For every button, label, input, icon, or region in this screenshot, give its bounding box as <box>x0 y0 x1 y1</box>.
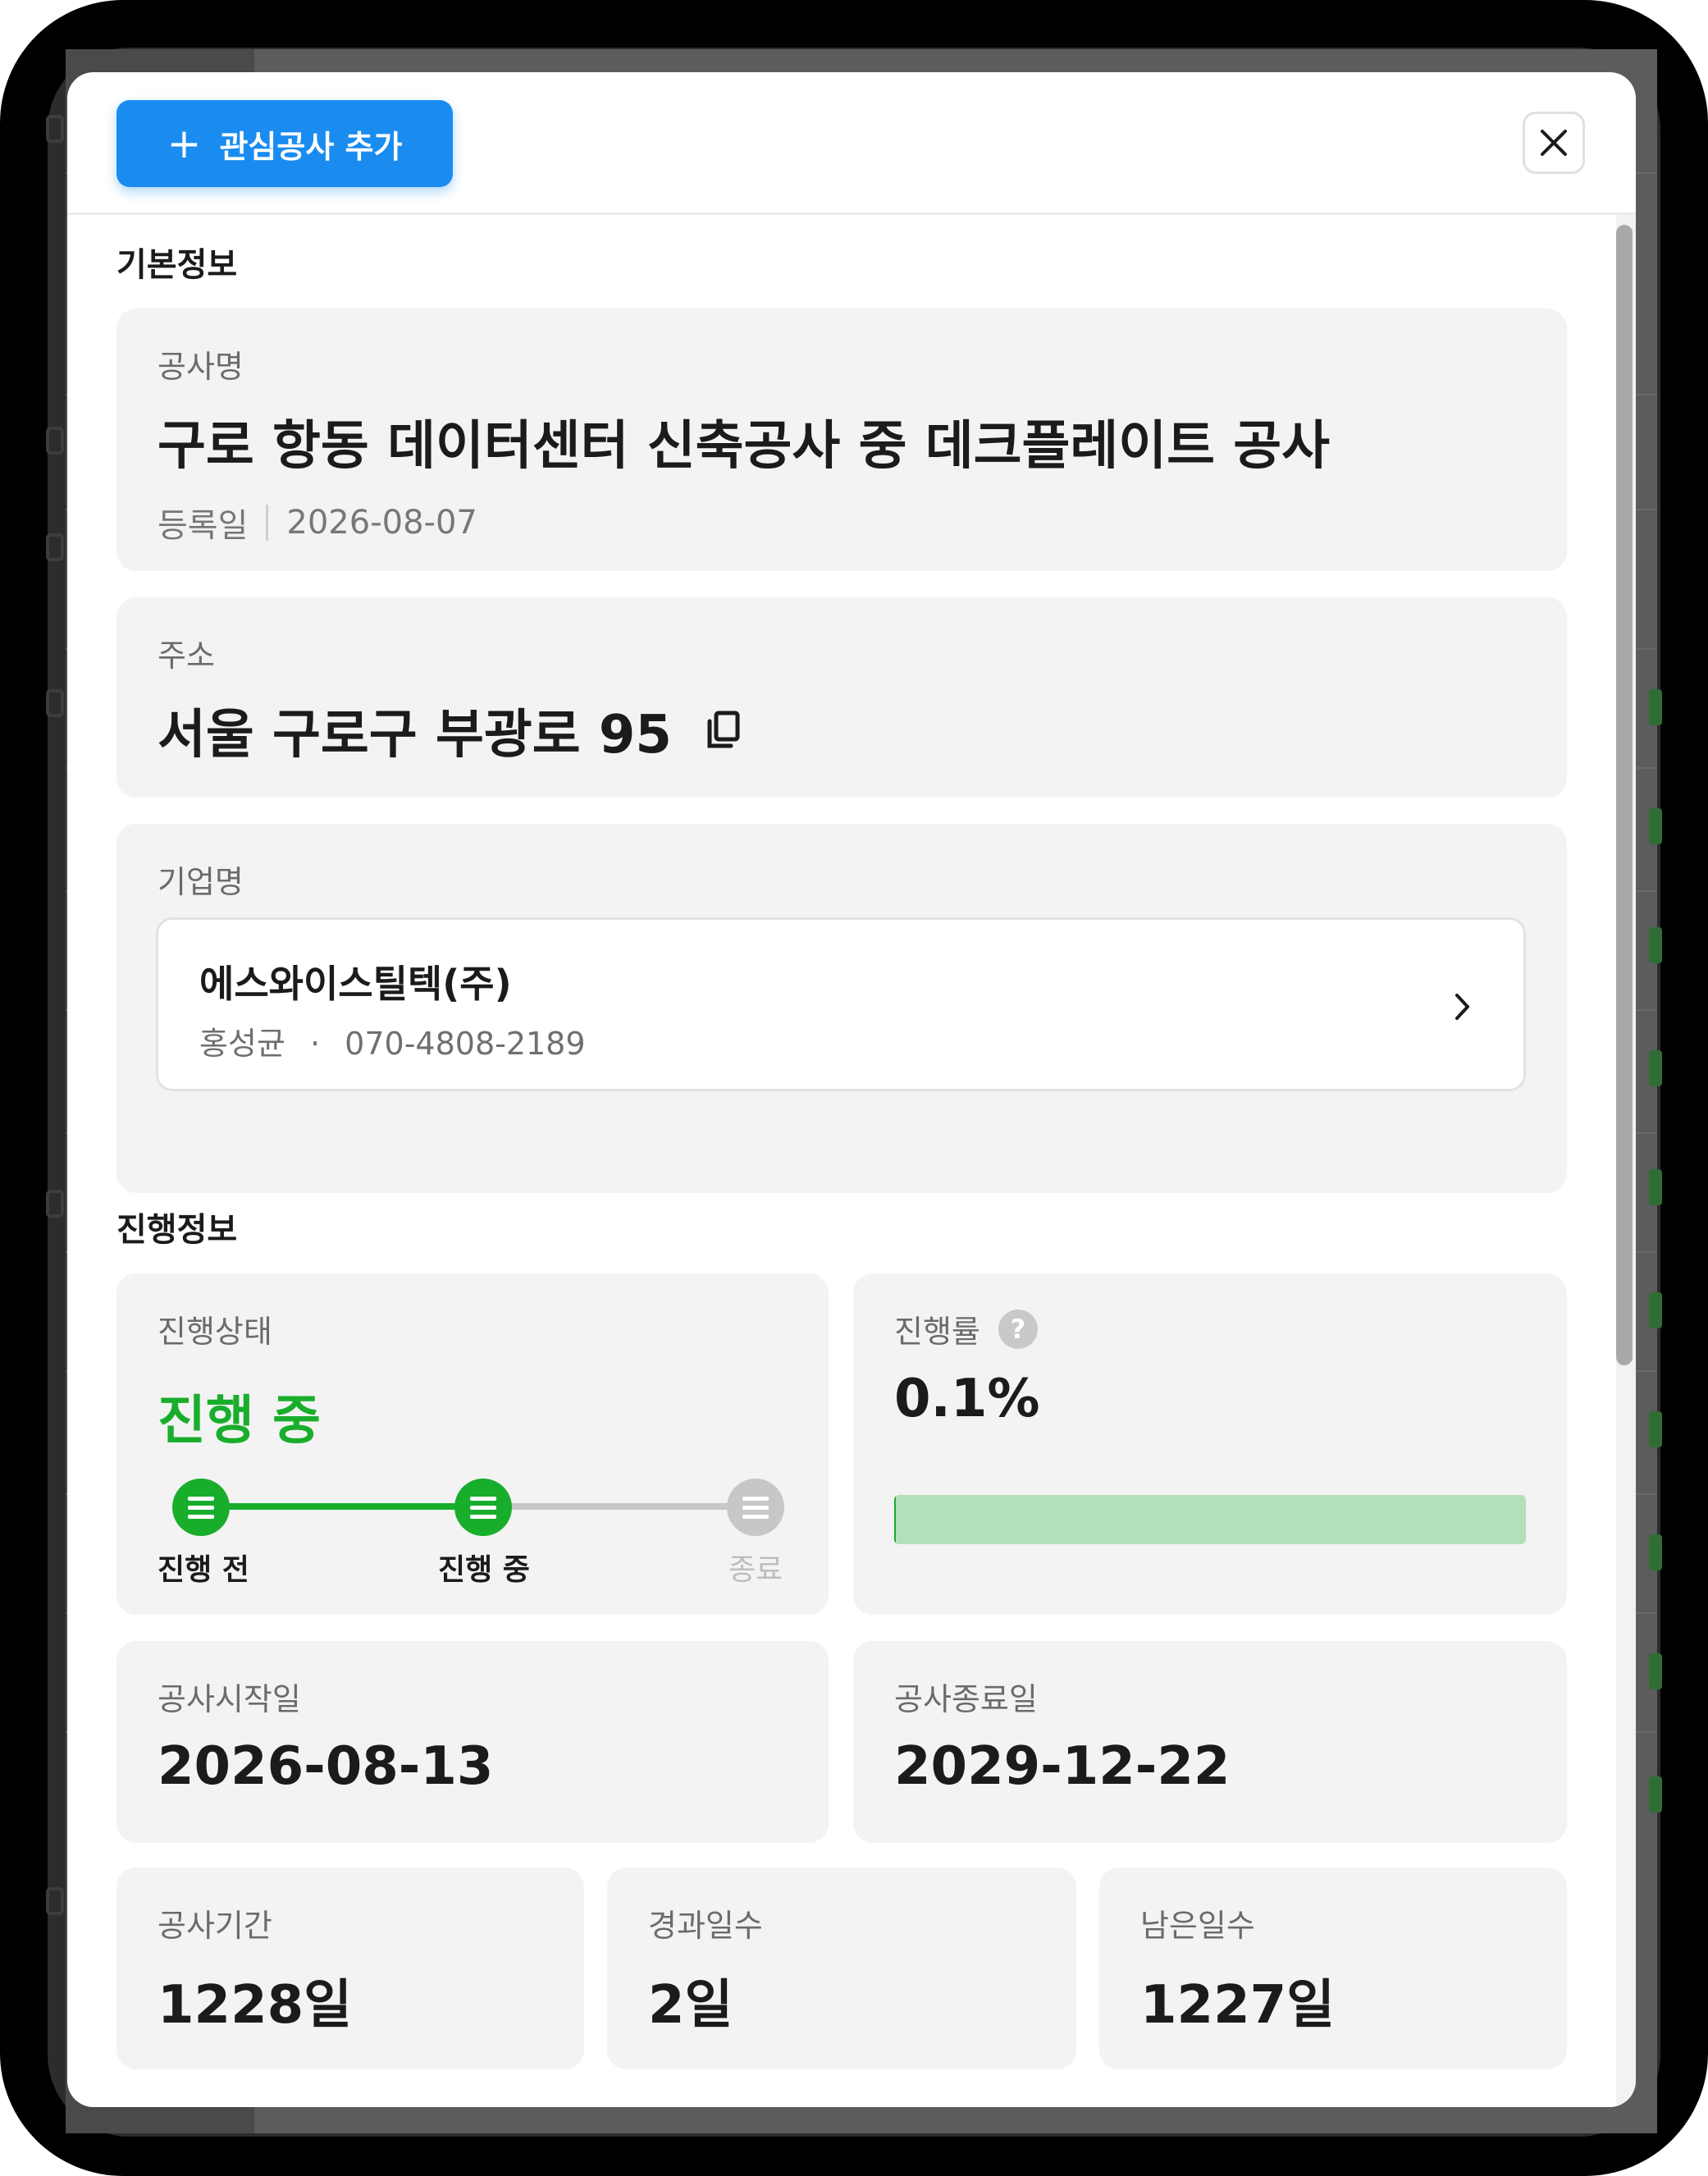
help-icon[interactable]: ? <box>998 1309 1038 1349</box>
status-step-end-icon <box>727 1479 784 1536</box>
project-name: 구로 항동 데이터센터 신축공사 중 데크플레이트 공사 <box>158 416 1331 477</box>
copy-address-button[interactable] <box>705 710 742 751</box>
background-status-mark <box>1649 1411 1662 1447</box>
remaining-days-label: 남은일수 <box>1140 1908 1255 1944</box>
status-step-line-pending <box>484 1503 755 1510</box>
project-name-label: 공사명 <box>158 349 244 385</box>
start-date-card: 공사시작일 2026-08-13 <box>116 1641 829 1843</box>
end-date-value: 2029-12-22 <box>894 1736 1231 1797</box>
background-text-fragment <box>46 427 64 455</box>
scrollbar-thumb[interactable] <box>1616 225 1633 1365</box>
add-favorite-project-button[interactable]: + 관심공사 추가 <box>116 100 453 187</box>
background-status-mark <box>1649 1653 1662 1689</box>
background-status-mark <box>1649 808 1662 844</box>
background-status-mark <box>1649 689 1662 725</box>
registered-date: 2026-08-07 <box>286 504 477 542</box>
background-status-mark <box>1649 927 1662 963</box>
elapsed-days-label: 경과일수 <box>648 1908 763 1944</box>
registered-date-row: 등록일 2026-08-07 <box>158 499 477 546</box>
project-name-card: 공사명 구로 항동 데이터센터 신축공사 중 데크플레이트 공사 등록일 202… <box>116 309 1567 571</box>
background-text-fragment <box>46 1190 64 1218</box>
status-value: 진행 중 <box>158 1391 321 1451</box>
background-status-mark <box>1649 1776 1662 1813</box>
contact-phone: 070-4808-2189 <box>345 1026 586 1062</box>
duration-label: 공사기간 <box>158 1908 272 1944</box>
background-status-mark <box>1649 1534 1662 1570</box>
company-name: 에스와이스틸텍(주) <box>199 962 512 1006</box>
background-status-mark <box>1649 1169 1662 1205</box>
address-value: 서울 구로구 부광로 95 <box>158 705 672 766</box>
modal-header: + 관심공사 추가 <box>67 72 1636 215</box>
start-date-label: 공사시작일 <box>158 1681 301 1717</box>
company-card: 기업명 에스와이스틸텍(주) 홍성균 · 070-4808-2189 <box>116 824 1567 1193</box>
status-step-end-label: 종료 <box>728 1553 783 1587</box>
background-text-fragment <box>46 1887 64 1915</box>
contact-separator: · <box>309 1026 321 1062</box>
address-row: 서울 구로구 부광로 95 <box>158 693 742 768</box>
status-step-before-label: 진행 전 <box>158 1553 249 1587</box>
elapsed-days-card: 경과일수 2일 <box>607 1867 1076 2069</box>
end-date-card: 공사종료일 2029-12-22 <box>853 1641 1567 1843</box>
background-status-mark <box>1649 1292 1662 1328</box>
background-status-mark <box>1649 1050 1662 1086</box>
basic-info-title: 기본정보 <box>116 246 238 284</box>
background-text-fragment <box>46 533 64 561</box>
close-icon <box>1541 130 1567 156</box>
status-card: 진행상태 진행 중 진행 전 진행 중 종료 <box>116 1273 829 1615</box>
contact-name: 홍성균 <box>199 1026 285 1062</box>
status-step-line-done <box>202 1503 484 1510</box>
duration-card: 공사기간 1228일 <box>116 1867 584 2069</box>
status-step-before-icon <box>172 1479 230 1536</box>
copy-icon <box>707 711 740 748</box>
company-link[interactable]: 에스와이스틸텍(주) 홍성균 · 070-4808-2189 <box>156 917 1526 1091</box>
company-label: 기업명 <box>158 864 244 900</box>
progress-rate-label-row: 진행률 ? <box>894 1306 1038 1351</box>
meta-separator <box>266 505 269 541</box>
status-label: 진행상태 <box>158 1314 272 1350</box>
add-favorite-project-label: 관심공사 추가 <box>219 128 403 165</box>
status-step-current-label: 진행 중 <box>438 1553 530 1587</box>
progress-info-title: 진행정보 <box>116 1211 238 1249</box>
background-text-fragment <box>46 115 64 143</box>
elapsed-days-value: 2일 <box>648 1975 733 2036</box>
progress-bar <box>894 1495 1526 1544</box>
progress-rate-card: 진행률 ? 0.1% <box>853 1273 1567 1615</box>
start-date-value: 2026-08-13 <box>158 1736 494 1797</box>
status-step-current-icon <box>454 1479 512 1536</box>
address-label: 주소 <box>158 638 215 674</box>
company-contact: 홍성균 · 070-4808-2189 <box>199 1018 586 1063</box>
duration-value: 1228일 <box>158 1975 353 2036</box>
registered-date-label: 등록일 <box>158 507 249 545</box>
close-button[interactable] <box>1523 112 1585 174</box>
progress-rate-label: 진행률 <box>894 1314 980 1350</box>
project-detail-modal: + 관심공사 추가 기본정보 공사명 구로 항동 데이터센터 신축공사 중 데크… <box>67 72 1636 2107</box>
progress-rate-value: 0.1% <box>894 1369 1040 1429</box>
remaining-days-value: 1227일 <box>1140 1975 1336 2036</box>
progress-bar-fill <box>894 1495 897 1544</box>
end-date-label: 공사종료일 <box>894 1681 1038 1717</box>
plus-icon: + <box>167 120 202 167</box>
background-text-fragment <box>46 689 64 717</box>
remaining-days-card: 남은일수 1227일 <box>1099 1867 1567 2069</box>
chevron-right-icon <box>1455 994 1469 1020</box>
address-card: 주소 서울 구로구 부광로 95 <box>116 597 1567 798</box>
